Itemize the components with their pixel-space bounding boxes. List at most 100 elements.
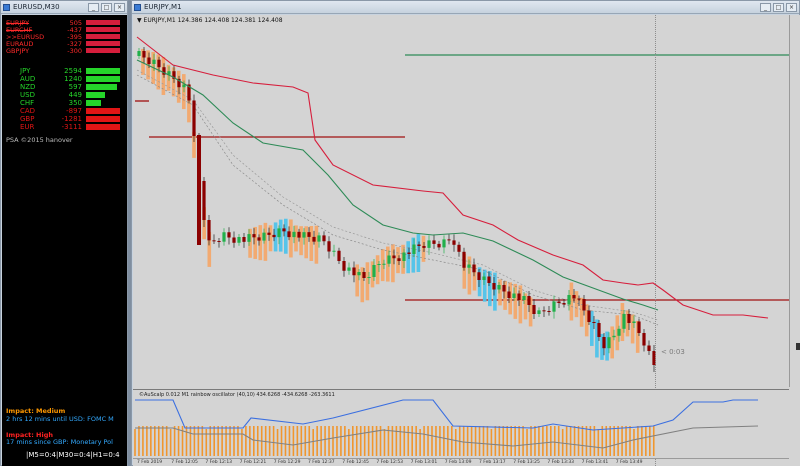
candle-body [552,301,556,312]
time-axis-label: 7 Feb 13:25 [513,460,540,465]
minimize-button[interactable]: _ [88,3,99,12]
pair-strength-bar [86,34,120,39]
time-axis-label: 7 Feb 2019 [137,460,163,465]
time-axis-label: 7 Feb 12:13 [205,460,233,465]
oscillator-label: ©AuScalp 0.012 M1 rainbow oscillator (40… [139,392,335,398]
currency-value: 597 [68,83,82,91]
eurusd-window-controls: _ □ × [88,3,125,12]
time-axis-label: 7 Feb 13:17 [479,460,506,465]
candle-body [442,239,446,248]
pair-strength-bar [86,20,120,25]
candle-body [182,84,186,88]
eurjpy-window-titlebar[interactable]: EURJPY,M1 _ □ × [132,1,799,14]
candle-body [557,301,561,303]
candle-body [312,236,316,242]
bar-countdown: < 0:03 [661,348,685,356]
eurjpy-chart-window[interactable]: EURJPY,M1 _ □ × ▼ EURJPY,M1 124.386 124.… [131,0,800,466]
candle-body [392,255,396,259]
candle-body [297,231,301,238]
time-axis-label: 7 Feb 13:01 [410,460,438,465]
currency-strength-bar [86,68,120,74]
maximize-button[interactable]: □ [773,3,784,12]
candle-body [582,299,586,311]
close-button[interactable]: × [114,3,125,12]
candle-body [157,59,161,68]
time-axis: 7 Feb 2019 7 Feb 12:05 7 Feb 12:13 7 Feb 12… [133,458,789,466]
candle-body [387,255,391,264]
pair-strength-bar [86,41,120,46]
candle-body [267,232,271,235]
maximize-button[interactable]: □ [101,3,112,12]
time-axis-label: 7 Feb 12:45 [342,460,369,465]
candle-body-drop [197,135,201,245]
candle-body [352,267,356,276]
candle-body [247,234,251,242]
time-axis-label: 7 Feb 12:29 [273,460,301,465]
currency-value: 2594 [64,67,82,75]
time-axis-label: 7 Feb 13:09 [444,460,472,465]
close-button[interactable]: × [786,3,797,12]
candle-body [487,276,491,283]
candle-body [497,285,501,290]
candle-body [427,240,431,248]
minimize-button[interactable]: _ [760,3,771,12]
candle-body [587,310,591,322]
scalp-band-bar [161,56,166,95]
time-axis-label: 7 Feb 12:21 [239,460,267,465]
candle-body [647,345,651,351]
candle-body [257,237,261,241]
candle-body [147,57,151,64]
ma-dotted-upper [136,69,659,321]
candle-body [537,310,541,314]
candle-body [262,232,266,241]
currency-name: JPY [20,67,31,75]
candle-body [252,234,256,238]
candle-body [272,234,276,238]
envelope-upper-line [136,36,769,319]
candle-body [432,240,436,244]
currency-strength-bar [86,92,105,98]
price-axis[interactable] [789,15,800,387]
currency-name: NZD [20,83,36,91]
scalp-band-bar [421,235,426,262]
candle-body [367,277,371,278]
candle-body [477,272,481,280]
scalp-band-bar [299,226,303,256]
currency-value: -3111 [61,123,82,131]
rainbow-oscillator-panel: ©AuScalp 0.012 M1 rainbow oscillator (40… [133,389,789,458]
candle-body [332,250,336,252]
candle-body [627,314,631,323]
candle-body [637,321,641,333]
eurusd-window-title: EURUSD,M30 [13,3,60,11]
scalp-band-bar [314,225,319,264]
candle-body [277,228,281,238]
time-axis-label: 7 Feb 12:53 [376,460,404,465]
time-axis-label: 7 Feb 12:05 [171,460,198,465]
eurusd-chart-window[interactable]: EURUSD,M30 _ □ × EURJPY 505 EURCHF -437 >>EU… [0,0,128,466]
candle-body [532,305,536,314]
scalp-band-bar [166,64,171,91]
candle-body [212,240,216,242]
eurusd-window-titlebar[interactable]: EURUSD,M30 _ □ × [1,1,127,14]
candlestick-plot[interactable] [133,15,789,387]
eurjpy-price-chart[interactable]: ▼ EURJPY,M1 124.386 124.408 124.381 124.… [133,15,800,466]
scalp-band-bar [416,234,421,272]
oscillator-plot [134,399,759,456]
candle-body [237,237,241,243]
candle-body [292,231,296,238]
candle-body [492,283,496,290]
candle-body [567,295,571,305]
candle-body [207,220,211,241]
candle-body [372,265,376,277]
candle-body [462,251,466,268]
pair-strength-bar [86,27,120,32]
candle-body [617,328,621,336]
scalp-band-group [141,48,640,361]
scalp-band-bar [304,226,308,259]
candle-body [642,333,646,346]
currency-strength-bar [86,76,120,82]
currency-strength-bar [86,108,120,114]
currency-value: 449 [68,91,82,99]
copyright-text: PSA ©2015 hanover [6,136,73,144]
candle-body [512,293,516,298]
